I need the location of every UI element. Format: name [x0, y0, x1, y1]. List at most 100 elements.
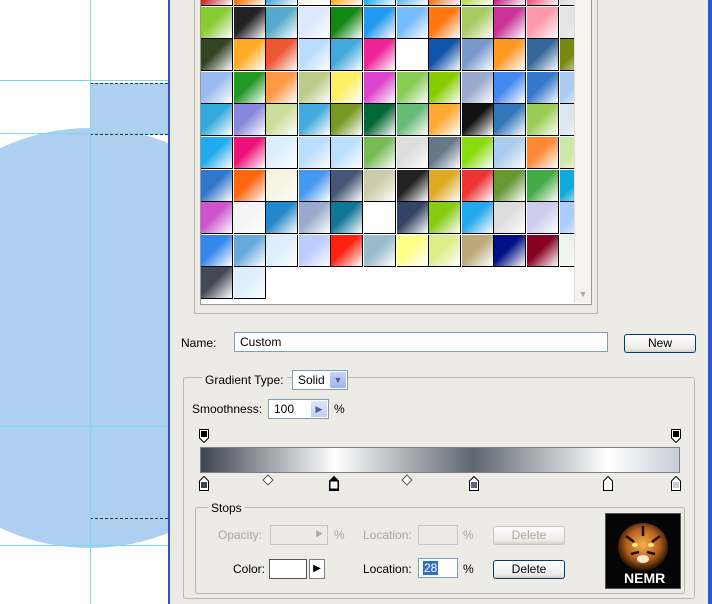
gradient-preset-swatch[interactable]	[364, 202, 396, 235]
gradient-preset-swatch[interactable]	[233, 0, 266, 6]
gradient-preset-swatch[interactable]	[266, 169, 299, 202]
gradient-preset-swatch[interactable]	[331, 6, 364, 39]
opacity-stop-marker[interactable]	[671, 429, 681, 444]
gradient-preset-swatch[interactable]	[461, 39, 494, 72]
gradient-preset-swatch[interactable]	[233, 267, 266, 300]
gradient-preset-swatch[interactable]	[298, 71, 331, 104]
gradient-preset-swatch[interactable]	[396, 202, 429, 235]
gradient-preset-swatch[interactable]	[429, 104, 462, 137]
gradient-preset-swatch[interactable]	[233, 71, 266, 104]
gradient-preset-swatch[interactable]	[494, 39, 527, 72]
gradient-preset-swatch[interactable]	[201, 39, 233, 72]
color-stop-marker[interactable]	[671, 475, 681, 491]
gradient-preset-swatch[interactable]	[298, 39, 331, 72]
gradient-preset-swatch[interactable]	[266, 0, 299, 6]
gradient-preset-swatch[interactable]	[331, 0, 364, 6]
gradient-preset-swatch[interactable]	[396, 104, 429, 137]
gradient-preset-swatch[interactable]	[461, 137, 494, 169]
color-stop-marker[interactable]	[603, 475, 613, 491]
preset-list[interactable]: ▼	[200, 0, 592, 305]
gradient-preset-swatch[interactable]	[331, 137, 364, 169]
gradient-preset-swatch[interactable]	[233, 202, 266, 235]
gradient-preset-swatch[interactable]	[494, 6, 527, 39]
slider-arrow-icon[interactable]: ▶	[311, 401, 327, 417]
gradient-preset-swatch[interactable]	[364, 39, 396, 72]
gradient-preset-swatch[interactable]	[233, 6, 266, 39]
gradient-preset-swatch[interactable]	[396, 137, 429, 169]
gradient-preset-swatch[interactable]	[364, 137, 396, 169]
gradient-preset-swatch[interactable]	[298, 137, 331, 169]
document-canvas[interactable]	[0, 0, 168, 604]
color-swatch[interactable]	[269, 559, 307, 579]
gradient-preset-swatch[interactable]	[429, 137, 462, 169]
color-delete-button[interactable]: Delete	[493, 560, 565, 579]
gradient-preset-swatch[interactable]	[364, 0, 396, 6]
gradient-preset-swatch[interactable]	[331, 202, 364, 235]
gradient-preset-swatch[interactable]	[527, 71, 559, 104]
color-menu-arrow-icon[interactable]: ▶	[309, 559, 325, 579]
gradient-preset-swatch[interactable]	[233, 39, 266, 72]
gradient-preset-swatch[interactable]	[201, 0, 233, 6]
name-input[interactable]: Custom	[234, 332, 608, 352]
gradient-preset-swatch[interactable]	[461, 104, 494, 137]
gradient-type-select[interactable]: Solid ▼	[292, 370, 348, 390]
gradient-preset-swatch[interactable]	[201, 234, 233, 267]
gradient-preset-swatch[interactable]	[527, 234, 559, 267]
gradient-preset-swatch[interactable]	[364, 71, 396, 104]
preset-scrollbar[interactable]: ▼	[574, 0, 591, 303]
gradient-preset-swatch[interactable]	[266, 71, 299, 104]
gradient-preset-swatch[interactable]	[266, 202, 299, 235]
new-button[interactable]: New	[624, 334, 696, 353]
gradient-preset-swatch[interactable]	[266, 104, 299, 137]
gradient-preset-swatch[interactable]	[201, 137, 233, 169]
gradient-preset-swatch[interactable]	[429, 202, 462, 235]
gradient-preset-swatch[interactable]	[201, 202, 233, 235]
smoothness-input[interactable]: 100 ▶	[268, 399, 329, 419]
color-stop-marker[interactable]	[329, 475, 340, 491]
gradient-preset-swatch[interactable]	[266, 137, 299, 169]
color-location-input[interactable]: 28	[418, 558, 458, 578]
gradient-preset-swatch[interactable]	[461, 71, 494, 104]
gradient-preset-swatch[interactable]	[201, 104, 233, 137]
gradient-preset-swatch[interactable]	[527, 0, 559, 6]
gradient-preset-swatch[interactable]	[461, 0, 494, 6]
gradient-preset-swatch[interactable]	[461, 202, 494, 235]
gradient-preset-swatch[interactable]	[429, 234, 462, 267]
gradient-preset-swatch[interactable]	[396, 0, 429, 6]
gradient-preset-swatch[interactable]	[364, 169, 396, 202]
opacity-stop-marker[interactable]	[199, 429, 209, 444]
gradient-preset-swatch[interactable]	[429, 0, 462, 6]
gradient-preset-swatch[interactable]	[396, 234, 429, 267]
gradient-preset-swatch[interactable]	[201, 169, 233, 202]
gradient-preset-swatch[interactable]	[461, 169, 494, 202]
gradient-preset-swatch[interactable]	[331, 39, 364, 72]
color-stop-marker[interactable]	[468, 475, 479, 491]
gradient-preset-swatch[interactable]	[233, 104, 266, 137]
gradient-preset-swatch[interactable]	[429, 169, 462, 202]
gradient-preset-swatch[interactable]	[364, 234, 396, 267]
gradient-preset-swatch[interactable]	[201, 6, 233, 39]
gradient-preset-swatch[interactable]	[429, 6, 462, 39]
gradient-preset-swatch[interactable]	[396, 71, 429, 104]
gradient-preset-swatch[interactable]	[494, 0, 527, 6]
gradient-preset-swatch[interactable]	[266, 6, 299, 39]
chevron-down-icon[interactable]: ▼	[330, 372, 346, 388]
gradient-preset-swatch[interactable]	[527, 169, 559, 202]
gradient-preset-swatch[interactable]	[494, 169, 527, 202]
gradient-preset-swatch[interactable]	[429, 71, 462, 104]
gradient-preset-swatch[interactable]	[331, 104, 364, 137]
gradient-preset-swatch[interactable]	[461, 6, 494, 39]
gradient-preset-swatch[interactable]	[201, 71, 233, 104]
gradient-preset-swatch[interactable]	[298, 169, 331, 202]
gradient-preset-swatch[interactable]	[266, 39, 299, 72]
gradient-preset-swatch[interactable]	[527, 104, 559, 137]
gradient-preset-swatch[interactable]	[461, 234, 494, 267]
gradient-preset-swatch[interactable]	[331, 169, 364, 202]
gradient-preset-swatch[interactable]	[298, 234, 331, 267]
gradient-preset-swatch[interactable]	[298, 0, 331, 6]
gradient-preset-swatch[interactable]	[331, 71, 364, 104]
gradient-preset-swatch[interactable]	[494, 137, 527, 169]
gradient-preset-swatch[interactable]	[527, 202, 559, 235]
gradient-preset-swatch[interactable]	[298, 202, 331, 235]
gradient-preset-swatch[interactable]	[364, 104, 396, 137]
